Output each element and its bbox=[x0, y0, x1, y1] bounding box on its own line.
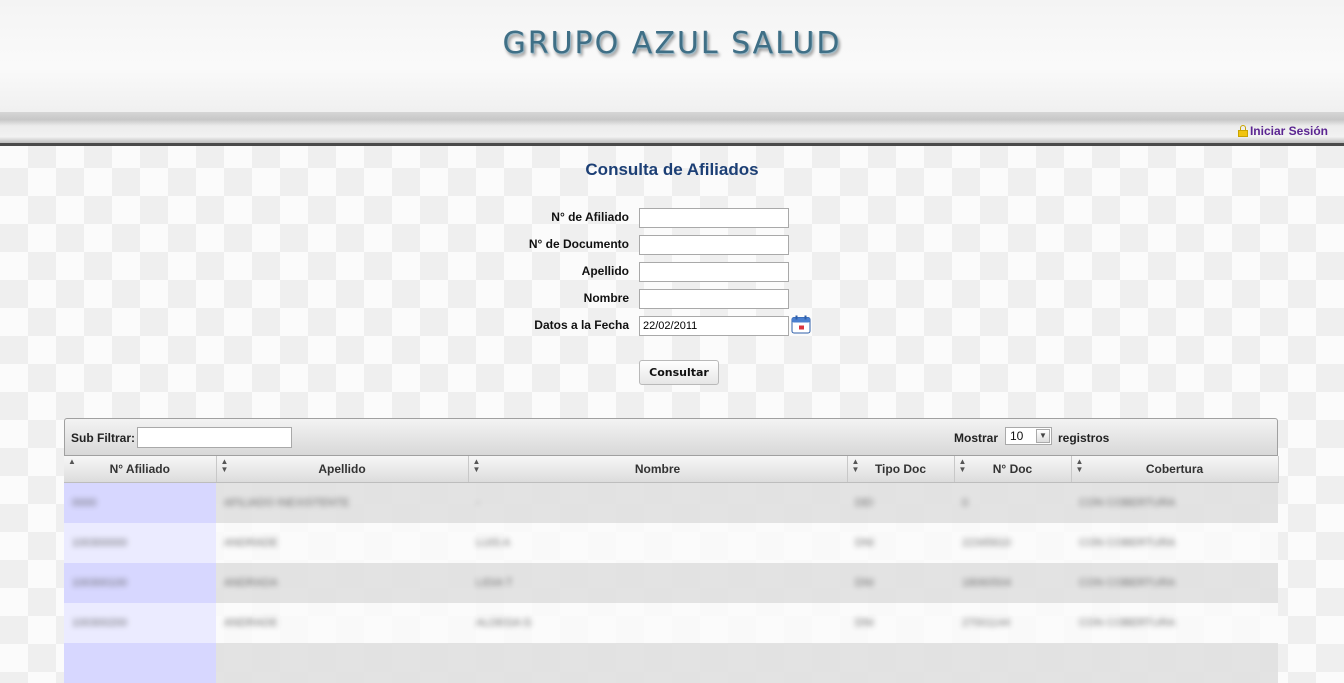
col-header-nro-doc[interactable]: ▲ ▼ N° Doc bbox=[954, 456, 1072, 483]
cell-tipo-doc: DNI bbox=[847, 523, 954, 563]
cell-tipo-doc: DEI bbox=[847, 482, 954, 523]
results-table: ▲ N° Afiliado ▲ ▼ Apellido ▲ ▼ Nombre ▲ ▼ Tipo … bbox=[64, 456, 1279, 683]
sort-icon: ▲ ▼ bbox=[472, 457, 481, 474]
col-header-afiliado[interactable]: ▲ N° Afiliado bbox=[64, 456, 217, 483]
table-row[interactable]: 100300100 ANDRADA LIDIA T DNI 18060504 C… bbox=[64, 563, 1278, 603]
fecha-label: Datos a la Fecha bbox=[534, 318, 629, 332]
table-row[interactable]: 100300000 ANDRADE LUIS A DNI 22345610 CO… bbox=[64, 523, 1278, 563]
cell-nro-doc bbox=[954, 643, 1071, 683]
subfilter-label: Sub Filtrar: bbox=[71, 431, 136, 445]
sort-icon: ▲ ▼ bbox=[958, 457, 967, 474]
cell-afiliado: 100300200 bbox=[64, 603, 216, 643]
nombre-label: Nombre bbox=[583, 291, 629, 305]
documento-input[interactable] bbox=[639, 235, 789, 255]
col-header-nombre[interactable]: ▲ ▼ Nombre bbox=[468, 456, 848, 483]
cell-apellido: AFILIADO INEXISTENTE bbox=[216, 482, 468, 523]
cell-apellido: ANDRADE bbox=[216, 523, 468, 563]
cell-nombre: LIDIA T bbox=[468, 563, 847, 603]
apellido-label: Apellido bbox=[581, 264, 629, 278]
table-header-row: ▲ N° Afiliado ▲ ▼ Apellido ▲ ▼ Nombre ▲ ▼ Tipo … bbox=[64, 456, 1279, 483]
cell-nro-doc: 22345610 bbox=[954, 523, 1071, 563]
sort-icon: ▲ ▼ bbox=[1075, 457, 1084, 474]
sort-asc-icon: ▲ bbox=[68, 457, 76, 466]
cell-nro-doc: 18060504 bbox=[954, 563, 1071, 603]
login-label: Iniciar Sesión bbox=[1249, 124, 1328, 138]
cell-cobertura: CON COBERTURA bbox=[1071, 563, 1278, 603]
documento-label: N° de Documento bbox=[528, 237, 629, 251]
cell-afiliado: 100300100 bbox=[64, 563, 216, 603]
cell-afiliado: 0000 bbox=[64, 482, 216, 523]
login-link[interactable]: Iniciar Sesión bbox=[1237, 124, 1328, 138]
sort-icon: ▲ ▼ bbox=[851, 457, 860, 474]
fecha-input[interactable] bbox=[639, 316, 789, 336]
cell-nombre: - bbox=[468, 482, 847, 523]
calendar-icon[interactable] bbox=[791, 315, 811, 334]
sort-icon: ▲ ▼ bbox=[220, 457, 229, 474]
consultar-button[interactable]: Consultar bbox=[639, 360, 719, 385]
nombre-input[interactable] bbox=[639, 289, 789, 309]
cell-afiliado bbox=[64, 643, 216, 683]
documento-row: N° de Documento bbox=[0, 235, 1344, 257]
results-table-panel: Sub Filtrar: Mostrar 10 ▼ registros ▲ N° … bbox=[64, 418, 1279, 683]
brand-logo: GRUPO AZUL SALUD bbox=[502, 26, 842, 61]
records-label: registros bbox=[1058, 431, 1110, 445]
top-bar: Iniciar Sesión bbox=[0, 112, 1344, 146]
page-size-value: 10 bbox=[1010, 429, 1024, 443]
cell-nombre: ALDEGA G bbox=[468, 603, 847, 643]
cell-tipo-doc: DNI bbox=[847, 563, 954, 603]
table-row[interactable]: 100300200 ANDRADE ALDEGA G DNI 27001144 … bbox=[64, 603, 1278, 643]
table-row[interactable] bbox=[64, 643, 1278, 683]
cell-afiliado: 100300000 bbox=[64, 523, 216, 563]
col-header-apellido[interactable]: ▲ ▼ Apellido bbox=[216, 456, 469, 483]
cell-nombre: LUIS A bbox=[468, 523, 847, 563]
afiliado-label: N° de Afiliado bbox=[551, 210, 629, 224]
page-title: Consulta de Afiliados bbox=[585, 160, 759, 179]
cell-apellido bbox=[216, 643, 468, 683]
cell-apellido: ANDRADA bbox=[216, 563, 468, 603]
cell-tipo-doc: DNI bbox=[847, 603, 954, 643]
cell-cobertura bbox=[1071, 643, 1278, 683]
table-row[interactable]: 0000 AFILIADO INEXISTENTE - DEI 0 CON CO… bbox=[64, 482, 1278, 523]
cell-tipo-doc bbox=[847, 643, 954, 683]
apellido-row: Apellido bbox=[0, 262, 1344, 284]
cell-cobertura: CON COBERTURA bbox=[1071, 603, 1278, 643]
cell-nro-doc: 27001144 bbox=[954, 603, 1071, 643]
table-toolbar: Sub Filtrar: Mostrar 10 ▼ registros bbox=[64, 418, 1278, 456]
show-label: Mostrar bbox=[954, 431, 999, 445]
cell-apellido: ANDRADE bbox=[216, 603, 468, 643]
col-header-cobertura[interactable]: ▲ ▼ Cobertura bbox=[1071, 456, 1279, 483]
afiliado-row: N° de Afiliado bbox=[0, 208, 1344, 230]
cell-cobertura: CON COBERTURA bbox=[1071, 523, 1278, 563]
chevron-down-icon: ▼ bbox=[1036, 429, 1050, 443]
apellido-input[interactable] bbox=[639, 262, 789, 282]
cell-nro-doc: 0 bbox=[954, 482, 1071, 523]
nombre-row: Nombre bbox=[0, 289, 1344, 311]
subfilter-input[interactable] bbox=[137, 427, 292, 448]
header: GRUPO AZUL SALUD bbox=[0, 0, 1344, 112]
cell-cobertura: CON COBERTURA bbox=[1071, 482, 1278, 523]
fecha-row: Datos a la Fecha bbox=[0, 315, 1344, 338]
page-size-select[interactable]: 10 ▼ bbox=[1005, 427, 1052, 445]
afiliado-input[interactable] bbox=[639, 208, 789, 228]
lock-icon bbox=[1237, 125, 1248, 137]
cell-nombre bbox=[468, 643, 847, 683]
col-header-tipo-doc[interactable]: ▲ ▼ Tipo Doc bbox=[847, 456, 955, 483]
